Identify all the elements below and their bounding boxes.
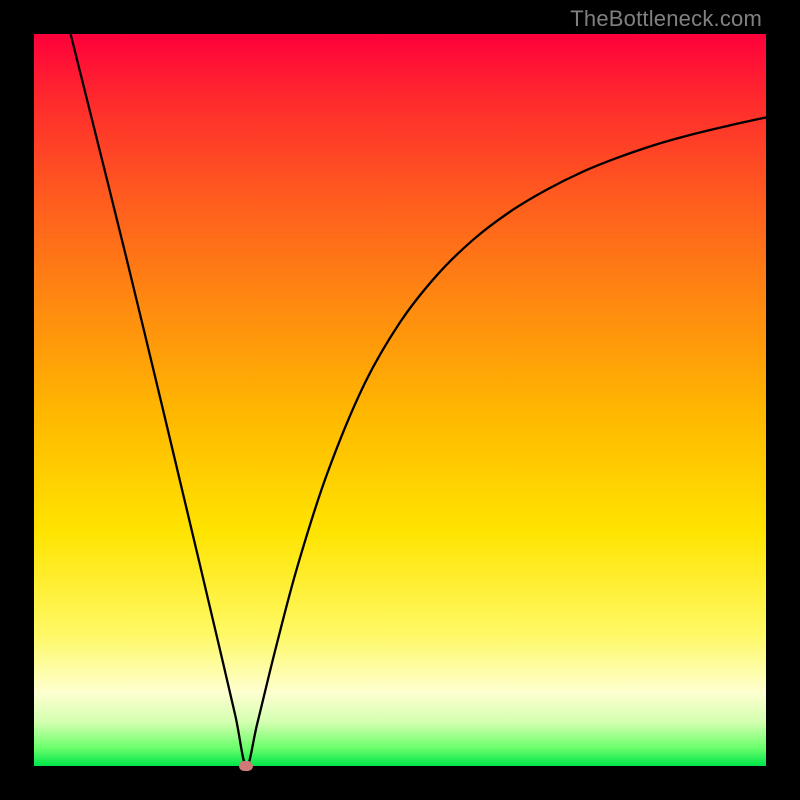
minimum-marker: [239, 761, 253, 771]
bottleneck-curve: [34, 34, 766, 766]
plot-area: [34, 34, 766, 766]
watermark-text: TheBottleneck.com: [570, 6, 762, 32]
chart-stage: TheBottleneck.com: [0, 0, 800, 800]
